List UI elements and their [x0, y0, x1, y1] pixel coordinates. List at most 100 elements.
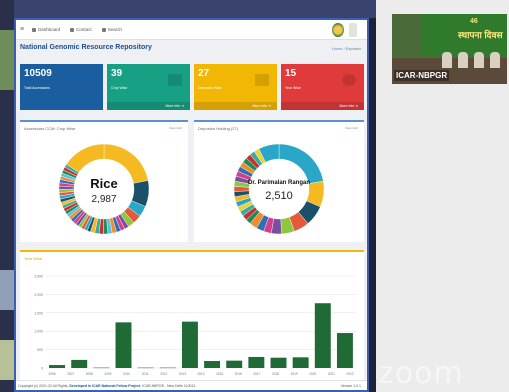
bar[interactable]	[115, 322, 132, 368]
x-tick-label: 2007	[67, 372, 74, 376]
stat-cards: 10509 Total Accessions 39 Crop Wise More…	[20, 64, 364, 110]
breadcrumb-separator: /	[343, 46, 345, 51]
logo-group	[327, 23, 357, 37]
x-tick-label: 2013	[179, 372, 186, 376]
depositor-panel: Depositor Holding (27) View Grid Dr. Par…	[194, 120, 364, 242]
x-tick-label: 2018	[272, 372, 279, 376]
card-label: Total Accessions	[24, 86, 50, 90]
card-label: Crop Wise	[111, 86, 128, 90]
page-title: National Genomic Resource Repository	[20, 44, 152, 51]
event-banner: 46 स्थापना दिवस	[422, 14, 507, 56]
bar[interactable]	[248, 356, 265, 368]
x-tick-label: 2014	[197, 372, 204, 376]
bar-chart-icon	[168, 74, 182, 86]
x-tick-label: 2012	[160, 372, 167, 376]
shared-screen-top-band	[14, 0, 376, 18]
hamburger-icon[interactable]: ≡	[20, 26, 24, 33]
year-wise-bar-chart: 0 500 1,000 1,500 2,000 2,500 2006 2007 2008 2009…	[34, 275, 356, 376]
participant-name-label: ICAR-NBPGR	[394, 70, 450, 81]
participant-panel: 46 स्थापना दिवस ICAR-NBPGR	[376, 0, 509, 392]
x-tick-label: 2010	[123, 372, 130, 376]
person-figure	[474, 52, 484, 68]
card-label: Depositor Wise	[198, 86, 222, 90]
panel-title: Accessions CCM: Crop Wise	[24, 126, 76, 131]
breadcrumb: Home / Exporter	[332, 46, 361, 51]
nav-search[interactable]: Search	[101, 27, 122, 32]
more-info-link[interactable]: More info ➜	[281, 102, 364, 110]
card-value: 27	[198, 68, 210, 79]
pie-chart-icon	[342, 74, 356, 86]
bar[interactable]	[71, 359, 88, 368]
nav-dashboard[interactable]: Dashboard	[32, 27, 60, 32]
more-info-link[interactable]: More info ➜	[194, 102, 277, 110]
y-tick-label: 1,000	[34, 330, 43, 334]
view-grid-link[interactable]: View Grid	[169, 126, 182, 130]
bar[interactable]	[93, 367, 110, 369]
x-tick-label: 2020	[309, 372, 316, 376]
y-tick-label: 1,500	[34, 311, 43, 315]
bar[interactable]	[159, 367, 176, 369]
person-figure	[490, 52, 500, 68]
more-info-label: More info	[165, 104, 181, 108]
nav-contact[interactable]: Contact	[70, 27, 92, 32]
left-video-strip	[0, 0, 14, 392]
shared-screen: ≡ Dashboard Contact Search National Geno…	[14, 18, 369, 392]
bar[interactable]	[314, 303, 331, 368]
bar[interactable]	[336, 333, 353, 368]
org-text: , ICAR-NBPGR , New Delhi 110012.	[140, 384, 197, 388]
card-total-accessions[interactable]: 10509 Total Accessions	[20, 64, 103, 110]
person-icon	[70, 27, 75, 32]
search-icon	[101, 27, 106, 32]
year-wise-panel: Year Wise 0 500 1,000 1,500 2,000 2,500 2006 20…	[20, 250, 364, 382]
x-tick-label: 2011	[142, 372, 149, 376]
y-tick-label: 500	[37, 348, 43, 352]
breadcrumb-home[interactable]: Home	[332, 46, 343, 51]
y-tick-label: 2,000	[34, 293, 43, 297]
x-tick-label: 2009	[104, 372, 111, 376]
bar[interactable]	[49, 365, 66, 368]
bar[interactable]	[181, 321, 198, 368]
person-figure	[458, 52, 468, 68]
x-tick-label: 2022	[346, 372, 353, 376]
participant-video[interactable]: 46 स्थापना दिवस ICAR-NBPGR	[392, 14, 507, 84]
donut-center-label: Dr. Parimalan Rangan	[247, 180, 311, 186]
emblem-logo	[349, 23, 357, 37]
bar[interactable]	[292, 357, 309, 368]
card-crop-wise[interactable]: 39 Crop Wise More info ➜	[107, 64, 190, 110]
version-text: Version 1.0.1	[340, 384, 361, 388]
panel-title: Depositor Holding (27)	[198, 126, 239, 131]
bar[interactable]	[204, 361, 221, 368]
banner-text: स्थापना दिवस	[458, 30, 503, 40]
person-figure	[442, 52, 452, 68]
person-add-icon	[255, 74, 269, 86]
donut-center-label: Rice	[90, 176, 118, 191]
card-depositor-wise[interactable]: 27 Depositor Wise More info ➜	[194, 64, 277, 110]
more-info-label: More info	[339, 104, 355, 108]
x-tick-label: 2008	[86, 372, 93, 376]
card-year-wise[interactable]: 15 Year Wise More info ➜	[281, 64, 364, 110]
developed-link[interactable]: Developed In ICAR National Fellow Projec…	[69, 384, 140, 388]
x-tick-label: 2019	[291, 372, 298, 376]
nav-label: Dashboard	[38, 27, 61, 32]
video-thumbnail	[0, 270, 14, 310]
nav-label: Search	[107, 27, 122, 32]
donut-segment[interactable]	[278, 143, 324, 185]
zoom-watermark: zoom	[378, 356, 464, 391]
depositor-donut-chart[interactable]	[224, 134, 334, 244]
copyright-text: Copyright (c) 2021-22 All Rights	[18, 384, 68, 388]
view-grid-link[interactable]: View Grid	[345, 126, 358, 130]
panel-title: Year Wise	[24, 256, 43, 261]
footer: Copyright (c) 2021-22 All Rights, Develo…	[16, 380, 367, 390]
card-value: 10509	[24, 68, 52, 79]
card-label: Year Wise	[285, 86, 301, 90]
title-row: National Genomic Resource Repository Hom…	[16, 44, 367, 56]
more-info-link[interactable]: More info ➜	[107, 102, 190, 110]
donut-center-value: 2,987	[91, 194, 117, 205]
bar[interactable]	[226, 360, 243, 368]
bar[interactable]	[137, 367, 154, 369]
bar[interactable]	[270, 357, 287, 368]
icar-logo	[332, 23, 344, 37]
x-tick-label: 2017	[253, 372, 260, 376]
desktop-icon	[32, 27, 37, 32]
top-navbar: ≡ Dashboard Contact Search	[16, 20, 367, 40]
